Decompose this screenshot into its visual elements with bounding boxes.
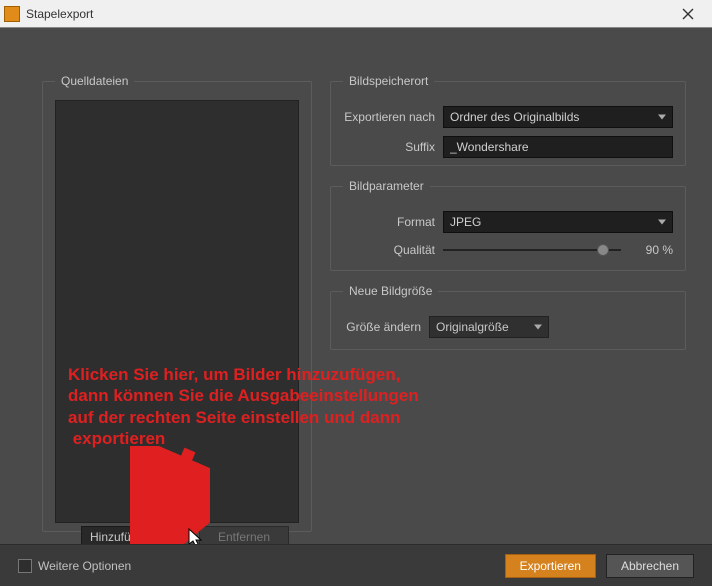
group-storage-legend: Bildspeicherort: [343, 74, 434, 88]
group-source-files-legend: Quelldateien: [55, 74, 134, 88]
group-source-files: Quelldateien: [42, 74, 312, 532]
quality-value: 90 %: [633, 243, 673, 257]
add-button[interactable]: Hinzufügen …: [81, 526, 185, 544]
export-to-label: Exportieren nach: [343, 110, 443, 124]
slider-track: [443, 249, 621, 251]
app-icon: [4, 6, 20, 22]
footer: Weitere Optionen Exportieren Abbrechen: [0, 544, 712, 586]
cancel-button[interactable]: Abbrechen: [606, 554, 694, 578]
close-icon: [682, 8, 694, 20]
format-value: JPEG: [450, 215, 481, 229]
format-label: Format: [343, 215, 443, 229]
group-storage: Bildspeicherort Exportieren nach Ordner …: [330, 74, 686, 166]
suffix-label: Suffix: [343, 140, 443, 154]
export-button-label: Exportieren: [520, 559, 581, 573]
window-title: Stapelexport: [26, 7, 668, 21]
format-dropdown[interactable]: JPEG: [443, 211, 673, 233]
cancel-button-label: Abbrechen: [621, 559, 679, 573]
remove-button[interactable]: Entfernen: [199, 526, 289, 544]
group-parameters-legend: Bildparameter: [343, 179, 430, 193]
quality-slider[interactable]: [443, 241, 621, 259]
chevron-down-icon: [658, 115, 666, 120]
titlebar: Stapelexport: [0, 0, 712, 28]
suffix-input[interactable]: [443, 136, 673, 158]
group-new-size-legend: Neue Bildgröße: [343, 284, 438, 298]
export-button[interactable]: Exportieren: [505, 554, 596, 578]
close-button[interactable]: [668, 0, 708, 28]
resize-label: Größe ändern: [343, 320, 429, 334]
export-to-dropdown[interactable]: Ordner des Originalbilds: [443, 106, 673, 128]
resize-dropdown[interactable]: Originalgröße: [429, 316, 549, 338]
chevron-down-icon: [170, 535, 178, 540]
group-new-size: Neue Bildgröße Größe ändern Originalgröß…: [330, 284, 686, 350]
quality-label: Qualität: [343, 243, 443, 257]
remove-button-label: Entfernen: [218, 530, 270, 544]
resize-value: Originalgröße: [436, 320, 509, 334]
slider-thumb[interactable]: [597, 244, 609, 256]
dialog-content: Quelldateien Bildspeicherort Exportieren…: [0, 28, 712, 544]
chevron-down-icon: [534, 325, 542, 330]
add-button-label: Hinzufügen …: [90, 530, 166, 544]
source-file-list[interactable]: [55, 100, 299, 523]
more-options-label: Weitere Optionen: [38, 559, 131, 573]
group-parameters: Bildparameter Format JPEG Qualität 90 %: [330, 179, 686, 271]
more-options-checkbox[interactable]: [18, 559, 32, 573]
chevron-down-icon: [658, 220, 666, 225]
export-to-value: Ordner des Originalbilds: [450, 110, 579, 124]
